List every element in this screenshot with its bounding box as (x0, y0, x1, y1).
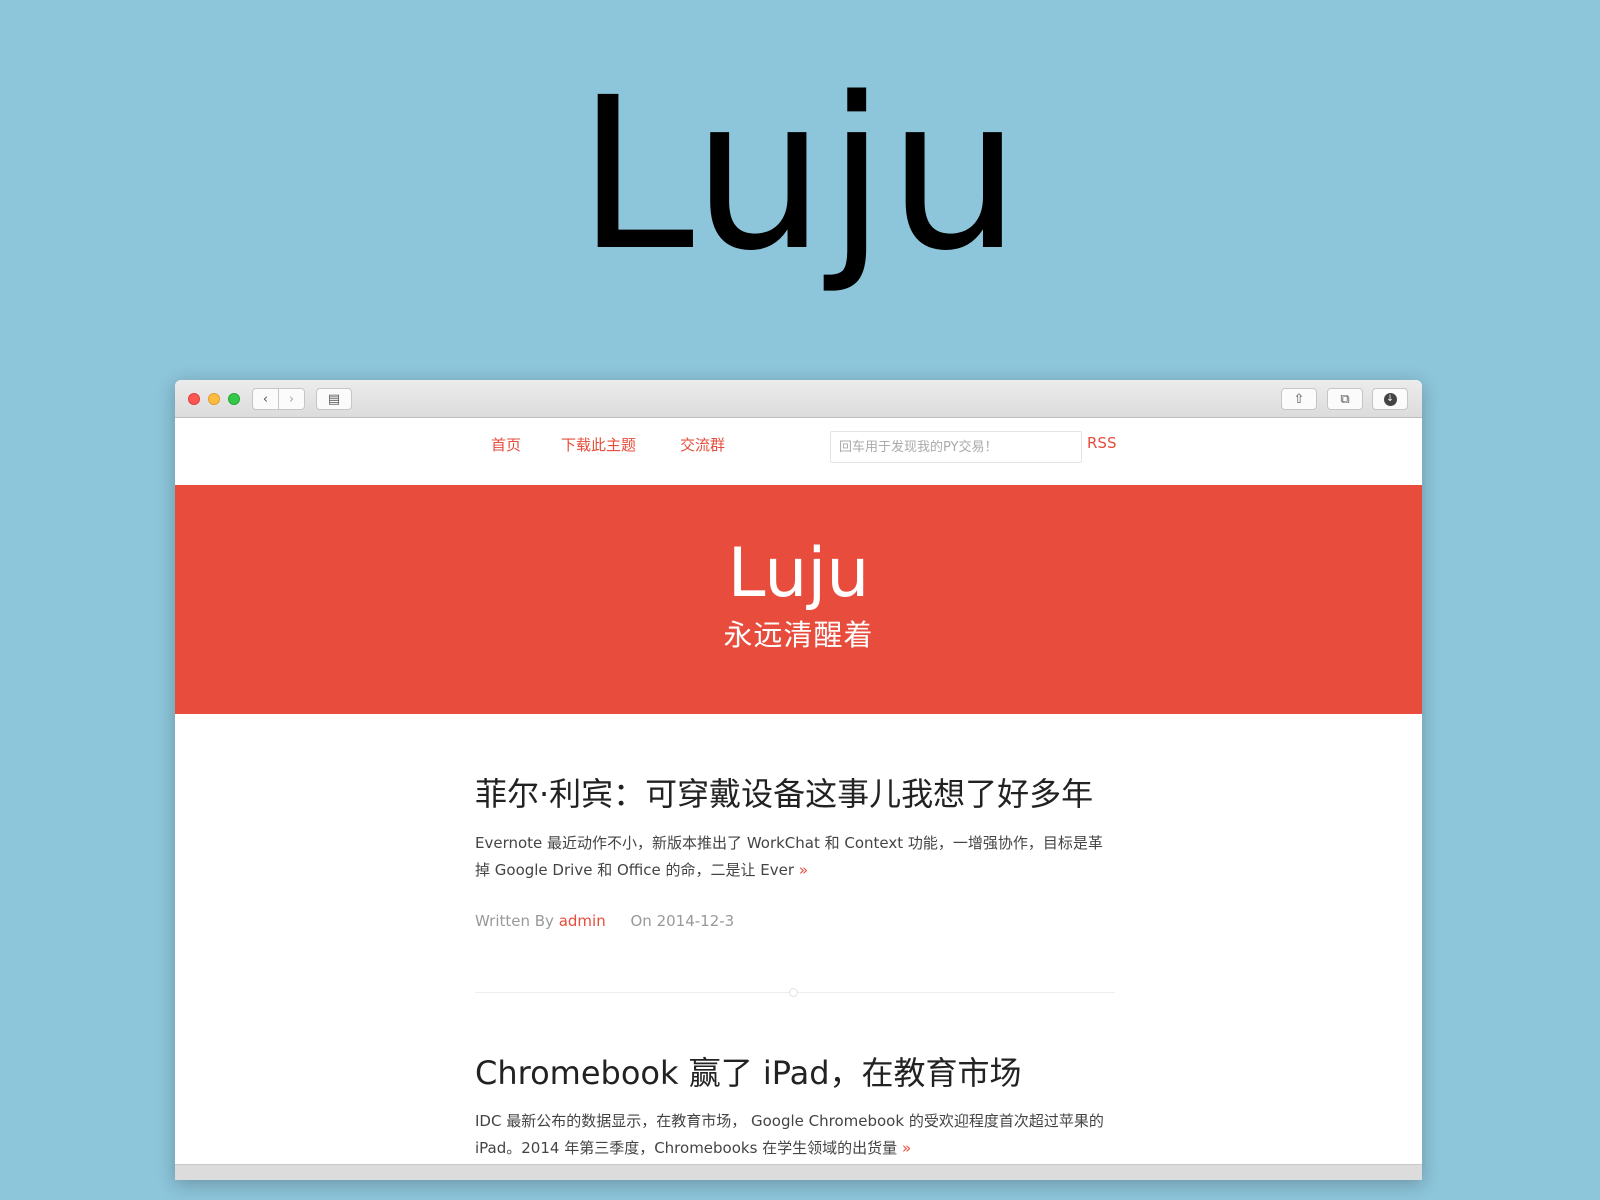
browser-toolbar: ‹ › ▤ ⇧ ⧉ ↓ (175, 380, 1422, 418)
chevron-right-icon: › (288, 391, 295, 407)
post-title[interactable]: Chromebook 赢了 iPad，在教育市场 (475, 1053, 1115, 1095)
chevron-left-icon: ‹ (262, 391, 269, 407)
minimize-window-icon[interactable] (208, 393, 220, 405)
hero-title: Luju (577, 52, 1023, 297)
site-tagline: 永远清醒着 (723, 618, 874, 652)
post-excerpt-text: IDC 最新公布的数据显示，在教育市场， Google Chromebook 的… (475, 1112, 1104, 1158)
post-list: 菲尔·利宾：可穿戴设备这事儿我想了好多年 Evernote 最近动作不小，新版本… (475, 714, 1115, 1162)
author-link[interactable]: admin (559, 912, 606, 930)
sidebar-toggle-button[interactable]: ▤ (316, 388, 352, 410)
share-icon: ⇧ (1293, 391, 1305, 407)
zoom-window-icon[interactable] (228, 393, 240, 405)
tabs-overview-button[interactable]: ⧉ (1327, 388, 1363, 410)
post-excerpt: IDC 最新公布的数据显示，在教育市场， Google Chromebook 的… (475, 1108, 1115, 1162)
post-meta: Written By admin On 2014-12-3 (475, 912, 1115, 930)
tabs-icon: ⧉ (1340, 391, 1350, 407)
post-item: 菲尔·利宾：可穿戴设备这事儿我想了好多年 Evernote 最近动作不小，新版本… (475, 714, 1115, 997)
share-button[interactable]: ⇧ (1281, 388, 1317, 410)
divider-dot (789, 987, 798, 997)
sidebar-icon: ▤ (327, 391, 341, 407)
nav-item-download-theme[interactable]: 下载此主题 (561, 434, 636, 455)
post-excerpt: Evernote 最近动作不小，新版本推出了 WorkChat 和 Contex… (475, 830, 1115, 884)
nav-item-group[interactable]: 交流群 (680, 434, 725, 455)
browser-status-bar (175, 1164, 1422, 1180)
post-title[interactable]: 菲尔·利宾：可穿戴设备这事儿我想了好多年 (475, 774, 1115, 816)
post-date: On 2014-12-3 (630, 911, 735, 930)
downloads-button[interactable]: ↓ (1372, 388, 1408, 410)
post-item: Chromebook 赢了 iPad，在教育市场 IDC 最新公布的数据显示，在… (475, 993, 1115, 1163)
site-title[interactable]: Luju (175, 485, 1422, 608)
search-input[interactable] (830, 431, 1082, 463)
forward-button[interactable]: › (278, 388, 305, 410)
close-window-icon[interactable] (188, 393, 200, 405)
back-button[interactable]: ‹ (252, 388, 279, 410)
post-excerpt-text: Evernote 最近动作不小，新版本推出了 WorkChat 和 Contex… (475, 833, 1103, 879)
read-more-link[interactable]: » (902, 1139, 911, 1157)
written-by-label: Written By (475, 911, 554, 930)
read-more-link[interactable]: » (799, 861, 808, 879)
rss-link[interactable]: RSS (1087, 434, 1116, 452)
nav-item-home[interactable]: 首页 (491, 434, 521, 455)
post-divider (475, 987, 1115, 997)
download-icon: ↓ (1383, 392, 1397, 406)
browser-window: ‹ › ▤ ⇧ ⧉ ↓ 首页 下载此主题 交流群 RSS Luju 永远清醒着 … (175, 380, 1422, 1180)
site-nav: 首页 下载此主题 交流群 RSS (175, 418, 1422, 485)
web-page: 首页 下载此主题 交流群 RSS Luju 永远清醒着 菲尔·利宾：可穿戴设备这… (175, 418, 1422, 1180)
site-banner: Luju 永远清醒着 (175, 485, 1422, 714)
